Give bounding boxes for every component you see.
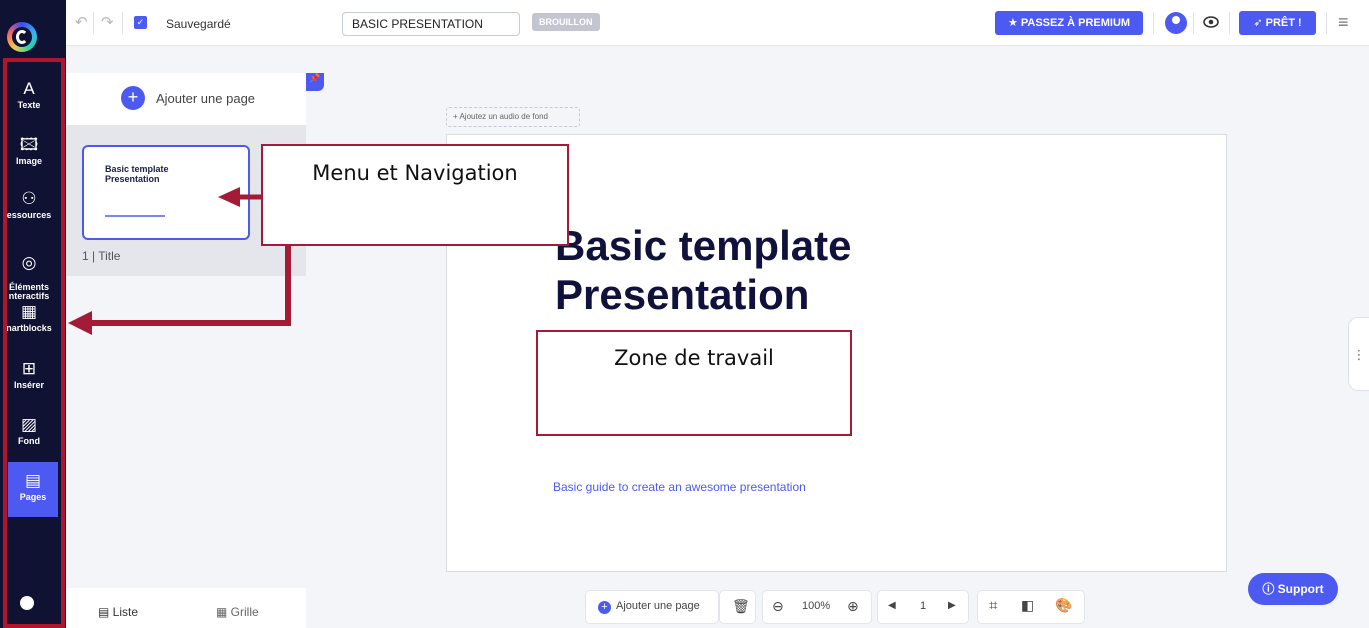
bottom-add-page-label: Ajouter une page xyxy=(616,600,700,612)
palette-icon[interactable]: 🎨 xyxy=(1055,597,1072,614)
undo-icon[interactable]: ↶ xyxy=(75,13,88,31)
view-tools: ⌗ ◧ 🎨 xyxy=(977,590,1085,624)
toolbar-divider xyxy=(122,12,123,34)
tab-grid-label: Grille xyxy=(230,605,259,619)
tab-list[interactable]: ▤ Liste xyxy=(98,605,138,619)
draft-badge: BROUILLON xyxy=(532,13,600,31)
slide-title[interactable]: Basic template Presentation xyxy=(555,221,955,319)
toolbar-divider xyxy=(1153,12,1154,34)
premium-button[interactable]: ★ PASSEZ À PREMIUM xyxy=(995,11,1143,35)
annotation-menu-label: Menu et Navigation xyxy=(312,161,518,185)
annotation-menu-navigation: Menu et Navigation xyxy=(261,144,569,246)
more-vertical-icon: ⋮ xyxy=(1352,347,1366,362)
thumbnail-title: Basic template Presentation xyxy=(105,164,169,184)
presentation-title-input[interactable]: BASIC PRESENTATION xyxy=(342,12,520,36)
add-background-audio-button[interactable]: + Ajoutez un audio de fond xyxy=(446,107,580,127)
list-view-icon: ▤ xyxy=(98,605,113,619)
plus-circle-icon: + xyxy=(598,601,611,614)
side-options-handle[interactable]: ⋮ xyxy=(1348,317,1369,391)
premium-button-label: PASSEZ À PREMIUM xyxy=(1020,17,1131,29)
audio-label: Ajoutez un audio de fond xyxy=(459,112,548,121)
split-view-icon[interactable]: ◧ xyxy=(1021,597,1034,614)
next-page-icon[interactable]: ▶ xyxy=(948,600,956,611)
zoom-level: 100% xyxy=(802,600,831,612)
redo-icon[interactable]: ↷ xyxy=(101,13,114,31)
pin-panel-icon[interactable]: 📌 xyxy=(306,73,324,91)
toolbar-divider xyxy=(1326,12,1327,34)
previous-page-icon[interactable]: ◀ xyxy=(888,600,896,611)
bottom-toolbar: + Ajouter une page 🗑 ⊖ 100% ⊕ ◀ 1 ▶ ⌗ ◧ … xyxy=(585,590,1085,624)
star-icon: ★ xyxy=(1007,17,1021,29)
slide-subtitle[interactable]: Basic guide to create an awesome present… xyxy=(553,480,806,494)
zoom-controls: ⊖ 100% ⊕ xyxy=(762,590,872,624)
annotation-work-label: Zone de travail xyxy=(614,346,774,370)
rocket-icon: ➶ xyxy=(1253,17,1266,29)
zoom-in-icon[interactable]: ⊕ xyxy=(847,598,859,615)
help-circle-icon: ⓘ xyxy=(1262,582,1278,596)
grid-view-icon: ▦ xyxy=(216,605,231,619)
zoom-out-icon[interactable]: ⊖ xyxy=(772,598,784,615)
bottom-add-page-button[interactable]: + Ajouter une page xyxy=(586,591,717,623)
view-mode-tabs: ▤ Liste ▦ Grille xyxy=(66,588,306,628)
top-toolbar: ↶ ↷ ✓ Sauvegardé BASIC PRESENTATION BROU… xyxy=(66,0,1369,46)
saved-status: Sauvegardé xyxy=(166,17,231,31)
tab-list-label: Liste xyxy=(112,605,139,619)
add-page-button[interactable]: + Ajouter une page xyxy=(66,73,306,126)
annotation-sidebar-frame xyxy=(3,58,65,628)
page-number: 1 xyxy=(920,600,927,612)
annotation-work-zone: Zone de travail xyxy=(536,330,852,436)
bottom-add-page-group: + Ajouter une page xyxy=(585,590,719,624)
add-collaborator-icon[interactable] xyxy=(1165,12,1187,34)
thumbnail-subtitle-line xyxy=(105,215,165,217)
toolbar-divider xyxy=(1229,12,1230,34)
grid-guides-icon[interactable]: ⌗ xyxy=(989,597,997,614)
ready-button[interactable]: ➶ PRÊT ! xyxy=(1239,11,1316,35)
add-page-label: Ajouter une page xyxy=(156,91,256,106)
tab-grid[interactable]: ▦ Grille xyxy=(216,605,259,619)
page-thumbnail[interactable]: Basic template Presentation xyxy=(82,145,250,240)
page-label: 1 | Title xyxy=(82,249,121,263)
genially-logo[interactable] xyxy=(7,22,37,52)
preview-eye-icon[interactable] xyxy=(1203,14,1219,30)
toolbar-divider xyxy=(1193,12,1194,34)
support-label: Support xyxy=(1277,582,1324,596)
toolbar-divider xyxy=(93,12,94,34)
delete-page-button[interactable]: 🗑 xyxy=(719,590,756,624)
plus-icon: + xyxy=(121,86,145,110)
hamburger-menu-icon[interactable]: ≡ xyxy=(1338,12,1349,33)
saved-check-icon: ✓ xyxy=(134,16,147,29)
page-navigation: ◀ 1 ▶ xyxy=(877,590,969,624)
support-button[interactable]: ⓘ Support xyxy=(1248,573,1338,605)
trash-icon: 🗑 xyxy=(732,598,750,614)
ready-button-label: PRÊT ! xyxy=(1265,17,1302,29)
